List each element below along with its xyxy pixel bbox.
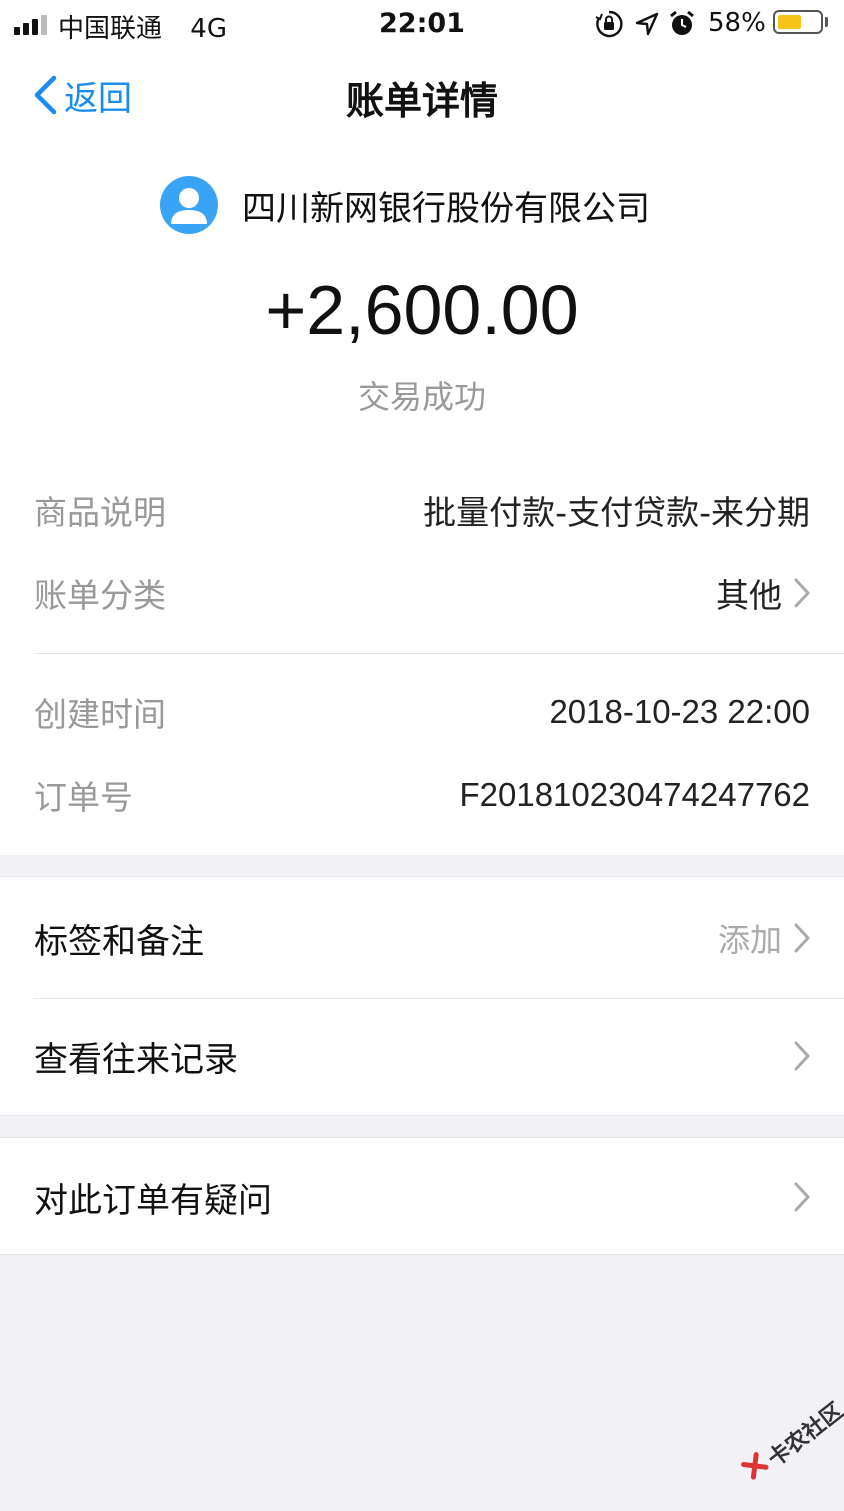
transaction-status: 交易成功 [357,378,486,416]
detail-row-category[interactable]: 账单分类 其他 [34,563,810,623]
tags-notes-row[interactable]: 标签和备注 添加 [34,879,810,997]
battery-icon [773,10,823,34]
detail-label: 订单号 [34,778,133,817]
detail-row-order-number: 订单号 F201810230474247762 [34,765,810,825]
alarm-icon [670,10,694,35]
detail-label: 商品说明 [34,493,166,532]
chevron-right-icon [794,578,810,608]
tags-notes-label: 标签和备注 [34,921,204,962]
chevron-right-icon [794,1182,810,1212]
page-title: 账单详情 [345,79,498,123]
watermark-text: 卡农社区 [763,1398,844,1473]
detail-label: 创建时间 [34,695,166,734]
transaction-amount: +2,600.00 [265,271,579,349]
detail-value: 2018-10-23 22:00 [549,693,810,730]
chevron-right-icon [794,923,810,953]
location-arrow-icon [635,12,659,36]
view-history-row[interactable]: 查看往来记录 [34,997,810,1115]
payer-name: 四川新网银行股份有限公司 [242,188,650,229]
detail-row-description: 商品说明 批量付款-支付贷款-来分期 [34,480,810,540]
status-bar: 中国联通 4G 22:01 58% [0,0,844,48]
divider [34,653,844,654]
add-tag-label: 添加 [717,921,782,959]
actions-section: 标签和备注 添加 查看往来记录 [0,876,844,1116]
detail-row-created-time: 创建时间 2018-10-23 22:00 [34,682,810,742]
chevron-right-icon [794,1041,810,1071]
detail-value: F201810230474247762 [459,776,810,813]
detail-value: 批量付款-支付贷款-来分期 [423,493,810,532]
orientation-lock-icon [595,10,623,38]
order-question-row[interactable]: 对此订单有疑问 [34,1138,810,1256]
user-avatar-icon [160,176,218,234]
question-section: 对此订单有疑问 [0,1137,844,1255]
detail-label: 账单分类 [34,576,166,615]
order-question-label: 对此订单有疑问 [34,1180,272,1221]
view-history-label: 查看往来记录 [34,1039,238,1080]
payer-info: 四川新网银行股份有限公司 [160,176,650,234]
battery-percent: 58% [708,8,766,38]
watermark-logo: 卡农社区 [721,1379,844,1511]
detail-value: 其他 [716,576,782,615]
